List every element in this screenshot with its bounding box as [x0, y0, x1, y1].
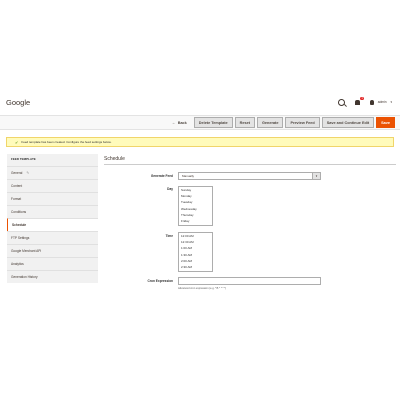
cron-expression-label: Cron Expression: [147, 279, 173, 283]
success-message: ✔ Feed template has been created. Config…: [6, 137, 394, 147]
header-actions: 1 admin ▾: [337, 96, 392, 107]
reset-button[interactable]: Reset: [234, 117, 255, 128]
user-icon[interactable]: [369, 99, 374, 105]
cron-expression-input[interactable]: [178, 277, 321, 285]
day-option[interactable]: Friday: [179, 218, 212, 224]
message-text: Feed template has been created. Configur…: [21, 140, 112, 144]
sidebar-item-label: Conditions: [11, 209, 27, 214]
sidebar-item-schedule[interactable]: Schedule: [7, 218, 98, 231]
save-and-continue-button[interactable]: Save and Continue Edit: [321, 117, 375, 128]
preview-feed-button[interactable]: Preview Feed: [285, 117, 320, 128]
generate-feed-select[interactable]: Manually ▾: [178, 172, 321, 180]
sidebar-item-label: Content: [11, 183, 23, 188]
back-arrow-icon: ←: [171, 120, 176, 125]
day-multiselect[interactable]: Sunday Monday Tuesday Wednesday Thursday…: [178, 186, 213, 226]
pencil-icon: ✎: [26, 170, 30, 175]
sidebar-item-label: General: [11, 170, 23, 175]
notification-count: 1: [360, 96, 364, 100]
day-label: Day: [167, 187, 173, 191]
time-option[interactable]: 2:30 AM: [179, 264, 212, 270]
sidebar-title: FEED TEMPLATE: [11, 157, 36, 161]
back-label: Back: [177, 120, 187, 125]
sidebar-item-label: FTP Settings: [11, 235, 30, 240]
back-button[interactable]: ← Back: [167, 117, 192, 128]
chevron-down-icon: ▾: [312, 173, 320, 179]
check-icon: ✔: [15, 139, 19, 145]
sidebar-item-format[interactable]: Format: [7, 192, 98, 205]
sidebar-item-general[interactable]: General ✎: [7, 166, 98, 179]
sidebar: FEED TEMPLATE General ✎ Content Format C…: [7, 154, 98, 283]
section-title: Schedule: [104, 156, 125, 162]
time-label: Time: [165, 234, 173, 238]
generate-button[interactable]: Generate: [256, 117, 284, 128]
search-icon[interactable]: [337, 98, 345, 106]
generate-feed-value: Manually: [182, 174, 195, 178]
sidebar-item-label: Google Merchant API: [11, 248, 42, 253]
sidebar-item-label: Analytics: [11, 261, 24, 266]
sidebar-item-label: Generation History: [11, 274, 38, 279]
sidebar-item-label: Format: [11, 196, 22, 201]
time-multiselect[interactable]: 12:00 AM 12:30 AM 1:00 AM 1:30 AM 2:00 A…: [178, 232, 213, 272]
generate-feed-label: Generate Feed: [150, 174, 173, 178]
section-divider: [104, 164, 396, 165]
cron-expression-note: Advanced cron expression (e.g. */5 * * *…: [178, 287, 227, 290]
sidebar-item-generation-history[interactable]: Generation History: [7, 270, 98, 283]
delete-template-button[interactable]: Delete Template: [193, 117, 233, 128]
sidebar-item-google-merchant-api[interactable]: Google Merchant API: [7, 244, 98, 257]
save-button[interactable]: Save: [376, 117, 395, 128]
sidebar-item-analytics[interactable]: Analytics: [7, 257, 98, 270]
user-name[interactable]: admin: [378, 100, 387, 104]
sidebar-item-ftp-settings[interactable]: FTP Settings: [7, 231, 98, 244]
notifications-icon[interactable]: 1: [354, 96, 364, 105]
chevron-down-icon[interactable]: ▾: [390, 100, 392, 104]
sidebar-item-content[interactable]: Content: [7, 179, 98, 192]
page-title: Google: [6, 98, 31, 107]
page-actions-toolbar: ← Back Delete Template Reset Generate Pr…: [0, 115, 400, 130]
sidebar-item-label: Schedule: [12, 222, 27, 227]
sidebar-item-conditions[interactable]: Conditions: [7, 205, 98, 218]
